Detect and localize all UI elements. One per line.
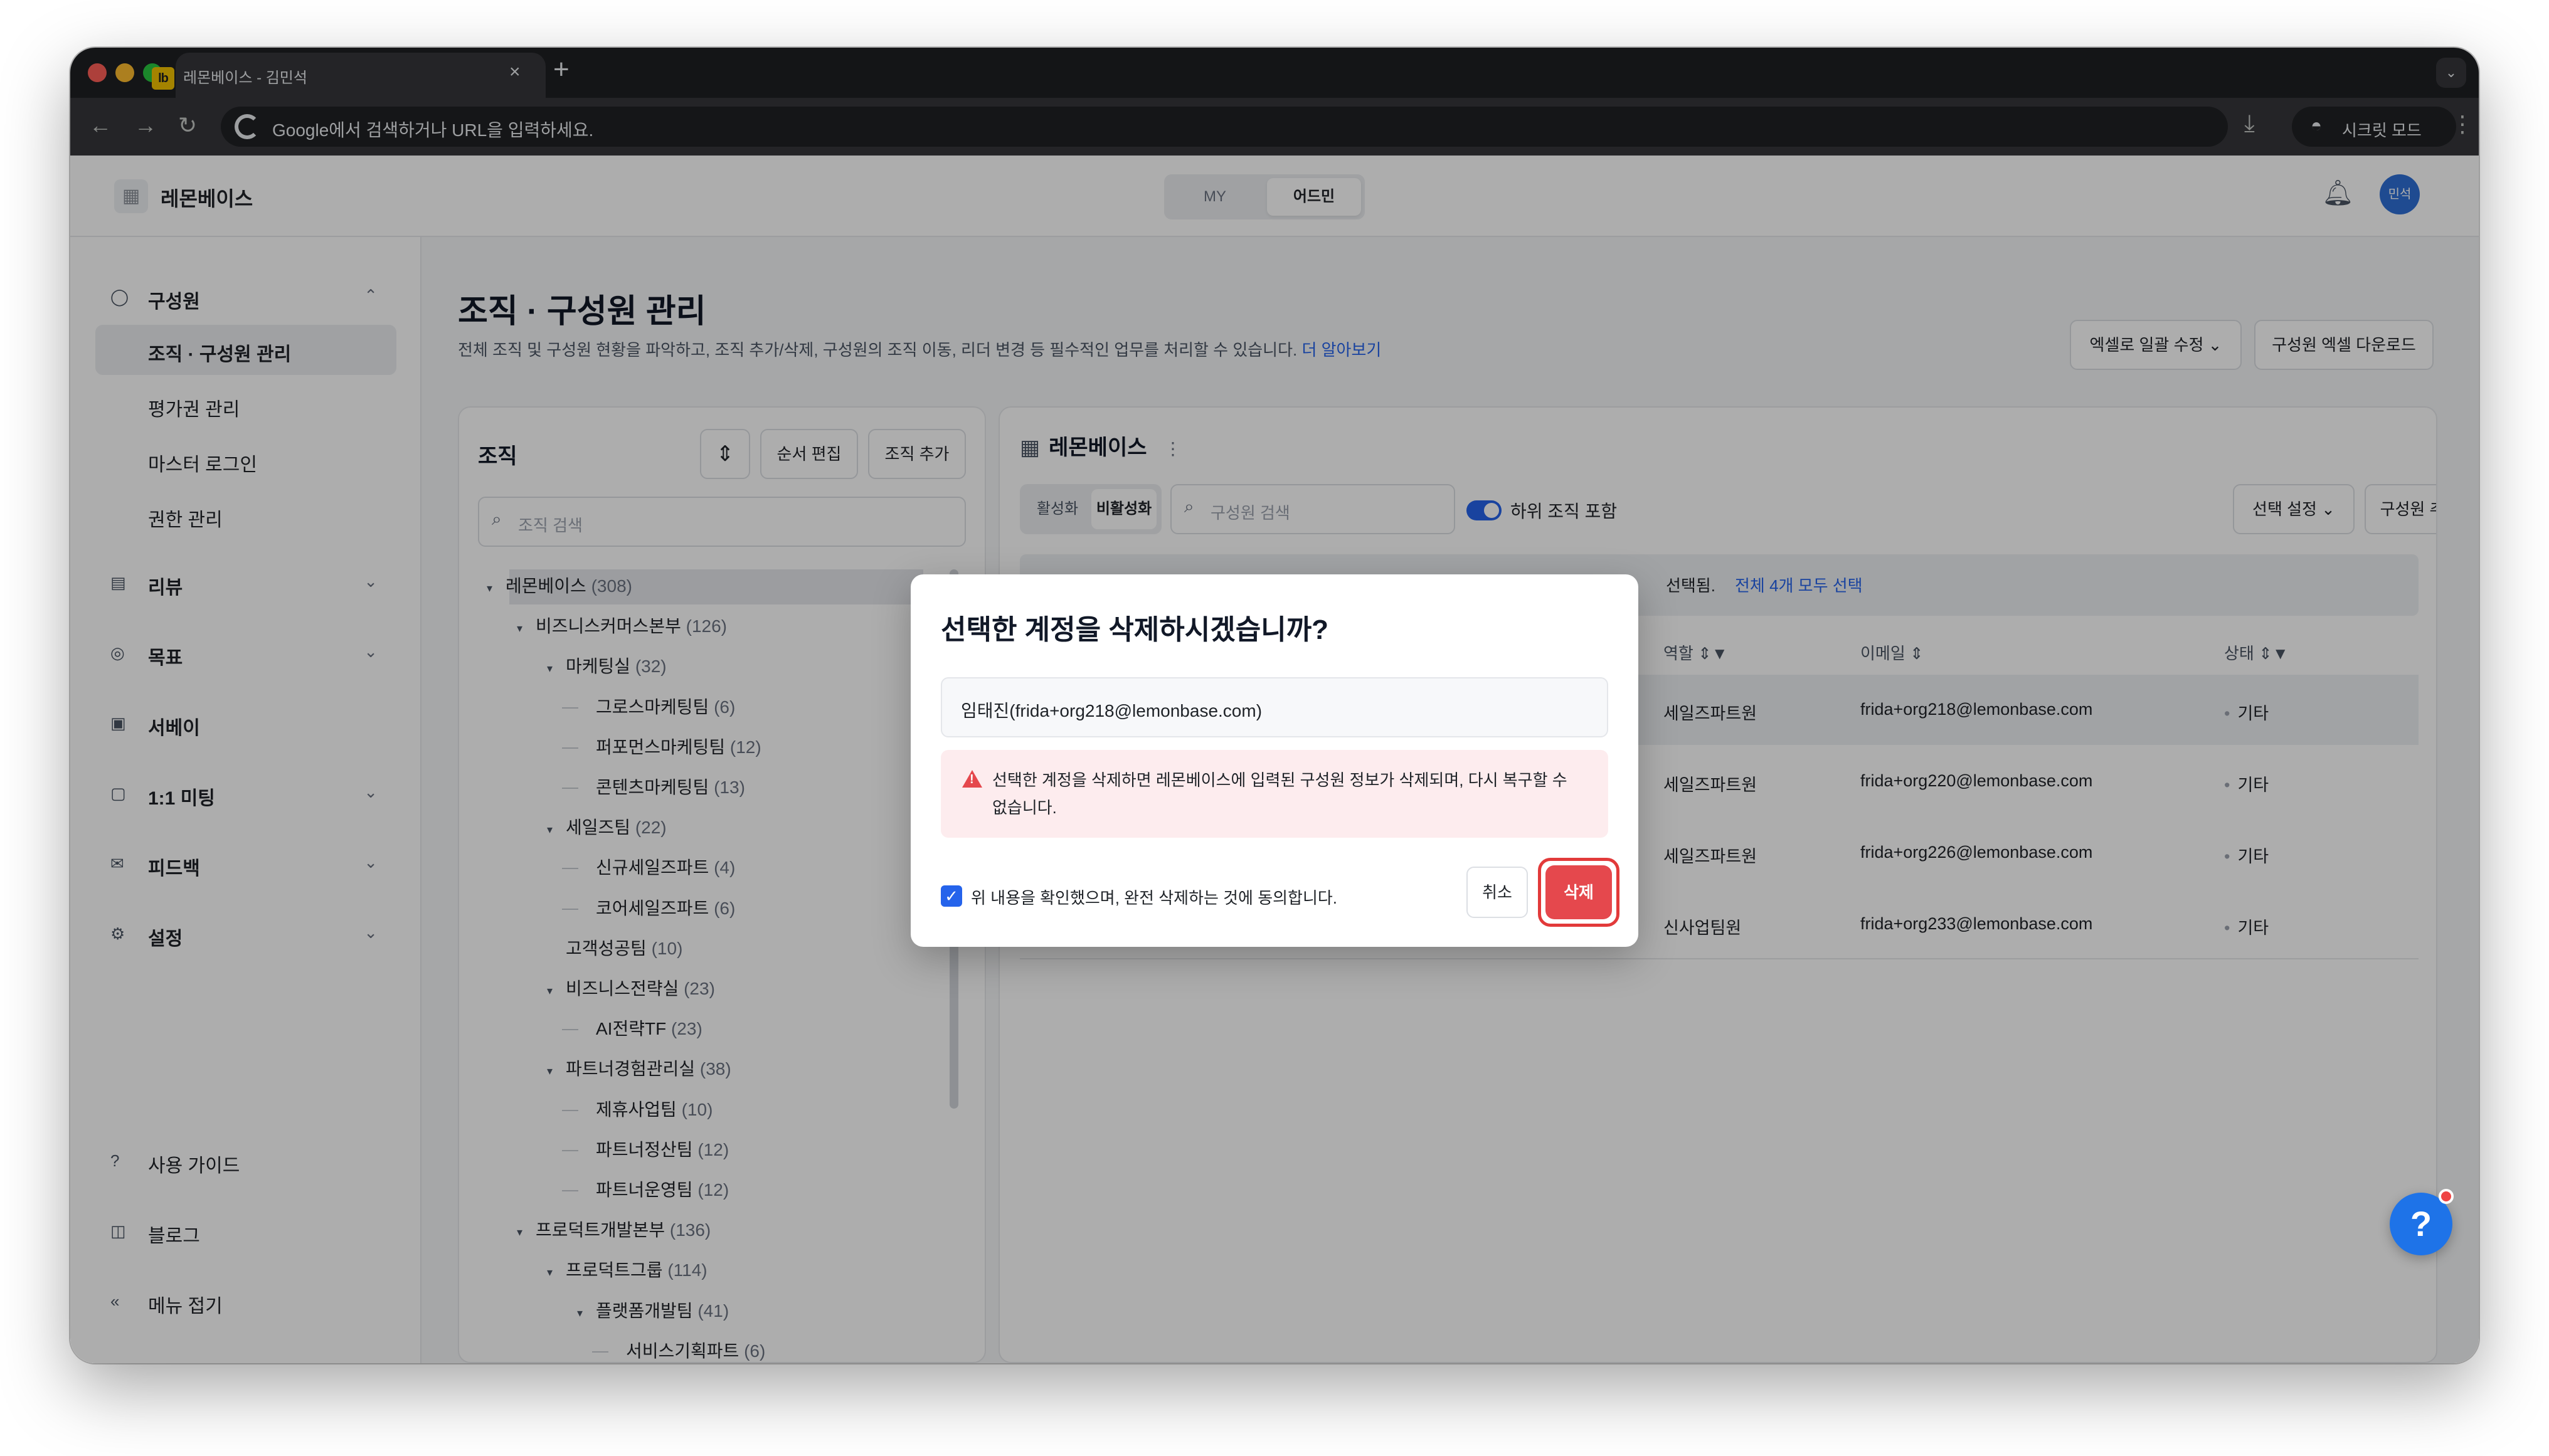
account-display-field: 임태진(frida+org218@lemonbase.com) <box>941 677 1608 737</box>
consent-checkbox[interactable]: ✓ <box>941 885 962 907</box>
consent-label[interactable]: 위 내용을 확인했으며, 완전 삭제하는 것에 동의합니다. <box>971 885 1337 909</box>
warning-banner: 선택한 계정을 삭제하면 레몬베이스에 입력된 구성원 정보가 삭제되며, 다시… <box>941 750 1608 838</box>
warning-triangle-icon <box>962 770 982 788</box>
notification-badge <box>2439 1189 2454 1204</box>
modal-title: 선택한 계정을 삭제하시겠습니까? <box>941 615 1329 645</box>
delete-confirm-modal: 선택한 계정을 삭제하시겠습니까? 임태진(frida+org218@lemon… <box>911 574 1638 947</box>
delete-button[interactable]: 삭제 <box>1545 865 1612 919</box>
warning-text: 선택한 계정을 삭제하면 레몬베이스에 입력된 구성원 정보가 삭제되며, 다시… <box>992 771 1567 817</box>
browser-window: lb 레몬베이스 - 김민석 × + ⌄ ← → ↻ Google에서 검색하거… <box>70 48 2479 1363</box>
account-display-text: 임태진(frida+org218@lemonbase.com) <box>961 701 1263 720</box>
cancel-button[interactable]: 취소 <box>1466 867 1528 918</box>
